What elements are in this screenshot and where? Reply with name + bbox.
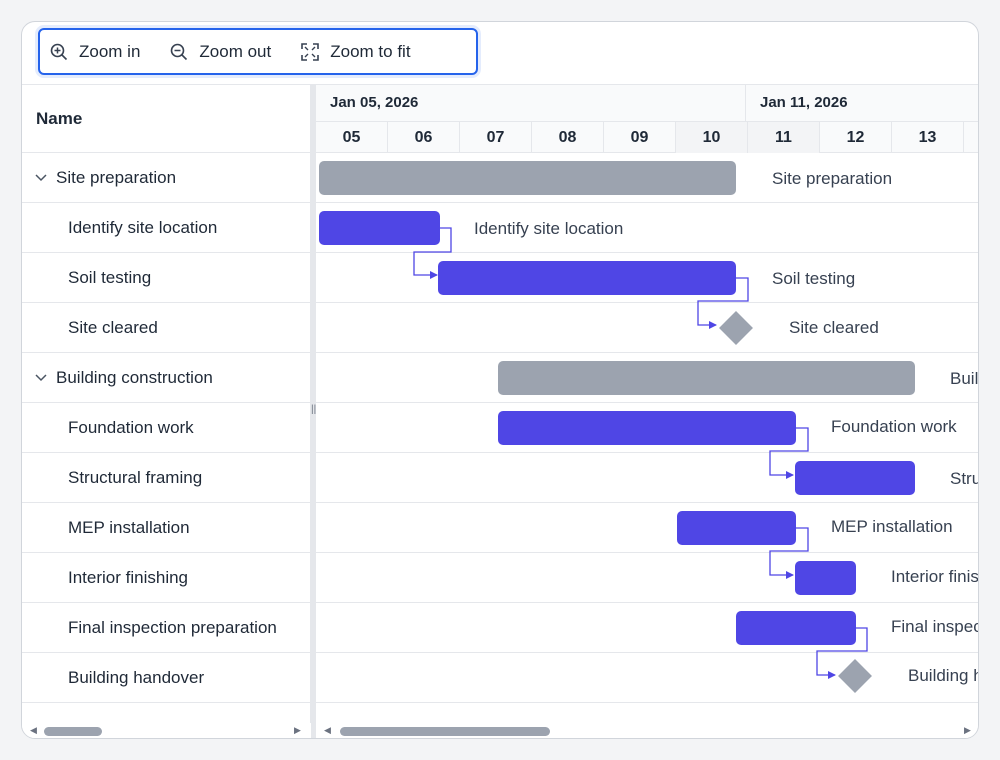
task-row-building-construction[interactable]: Building construction	[22, 353, 311, 403]
zoom-to-fit-label: Zoom to fit	[330, 41, 411, 61]
timeline-row	[316, 303, 978, 353]
zoom-out-icon	[171, 43, 188, 60]
day-label: 10	[676, 121, 748, 153]
bar-label: Building construction	[950, 369, 979, 388]
task-name: Building handover	[68, 667, 205, 687]
day-label: 07	[460, 121, 532, 153]
task-name: Site preparation	[56, 167, 177, 187]
scroll-right-arrow-icon[interactable]: ▶	[964, 725, 971, 736]
task-row-identify-site-location[interactable]: Identify site location	[22, 203, 311, 253]
summary-bar[interactable]	[498, 361, 915, 395]
collapse-chevron-icon[interactable]	[22, 173, 56, 182]
timeline-row	[316, 603, 978, 653]
task-name: Site cleared	[68, 317, 158, 337]
task-name: Foundation work	[68, 417, 194, 437]
week-label: Jan 11, 2026	[746, 85, 978, 121]
task-bar[interactable]	[498, 411, 796, 445]
task-row-foundation-work[interactable]: Foundation work	[22, 403, 311, 453]
scroll-left-arrow-icon[interactable]: ◀	[324, 725, 331, 736]
bar-label: Identify site location	[474, 219, 624, 238]
day-label: 09	[604, 121, 676, 153]
task-row-soil-testing[interactable]: Soil testing	[22, 253, 311, 303]
zoom-in-icon	[50, 43, 68, 60]
scrollbar-thumb[interactable]	[340, 727, 550, 736]
task-bar[interactable]	[795, 461, 915, 495]
day-label: 05	[316, 121, 388, 153]
timeline-horizontal-scrollbar[interactable]: ◀ ▶	[316, 723, 978, 738]
week-label: Jan 05, 2026	[316, 85, 746, 121]
summary-bar[interactable]	[319, 161, 736, 195]
task-bar[interactable]	[736, 611, 856, 645]
task-bar[interactable]	[438, 261, 736, 295]
timeline-header: Jan 05, 2026 Jan 11, 2026 05 06 07 08 09…	[316, 85, 978, 153]
task-row-site-cleared[interactable]: Site cleared	[22, 303, 311, 353]
scroll-left-arrow-icon[interactable]: ◀	[30, 725, 37, 736]
zoom-out-button[interactable]: Zoom out	[170, 42, 271, 62]
task-row-site-preparation[interactable]: Site preparation	[22, 153, 311, 203]
grid-horizontal-scrollbar[interactable]: ◀ ▶	[22, 723, 311, 738]
task-row-mep-installation[interactable]: MEP installation	[22, 503, 311, 553]
zoom-in-label: Zoom in	[79, 41, 141, 61]
bar-label: Soil testing	[772, 269, 856, 288]
task-name: Final inspection preparation	[68, 617, 277, 637]
task-row-building-handover[interactable]: Building handover	[22, 653, 311, 703]
bar-label: Foundation work	[831, 417, 957, 436]
task-name: Interior finishing	[68, 567, 189, 587]
day-label	[964, 121, 978, 153]
gantt-body: Name Site preparation Identify site loca…	[22, 84, 979, 738]
timeline-row	[316, 553, 978, 603]
task-name: MEP installation	[68, 517, 190, 537]
day-label: 06	[388, 121, 460, 153]
task-bar[interactable]	[319, 211, 440, 245]
day-label: 11	[748, 121, 820, 153]
zoom-out-label: Zoom out	[199, 41, 272, 61]
task-name: Soil testing	[68, 267, 152, 287]
scrollbar-thumb[interactable]	[44, 727, 102, 736]
zoom-to-fit-button[interactable]: Zoom to fit	[301, 41, 411, 62]
task-bar[interactable]	[677, 511, 796, 545]
day-label: 08	[532, 121, 604, 153]
zoom-in-button[interactable]: Zoom in	[50, 42, 140, 62]
gantt-chart: Zoom in Zoom out Zoom to fit Name Site p…	[21, 21, 979, 739]
task-name: Building construction	[56, 367, 213, 387]
task-grid: Name Site preparation Identify site loca…	[22, 85, 311, 738]
timeline-pane: Jan 05, 2026 Jan 11, 2026 05 06 07 08 09…	[316, 85, 979, 738]
day-label: 12	[820, 121, 892, 153]
bar-label: Interior finishing	[891, 567, 979, 586]
task-name: Identify site location	[68, 217, 218, 237]
bar-label: Final inspection preparation	[891, 617, 978, 636]
zoom-to-fit-icon	[301, 42, 320, 61]
task-name: Structural framing	[68, 467, 203, 487]
zoom-toolbar: Zoom in Zoom out Zoom to fit	[38, 28, 478, 75]
task-row-structural-framing[interactable]: Structural framing	[22, 453, 311, 503]
timeline-row	[316, 653, 978, 703]
bar-label: MEP installation	[831, 517, 953, 536]
bar-label: Building handover	[908, 666, 978, 685]
collapse-chevron-icon[interactable]	[22, 373, 56, 382]
bar-label: Site cleared	[789, 318, 879, 337]
bar-label: Site preparation	[772, 169, 893, 188]
task-row-interior-finishing[interactable]: Interior finishing	[22, 553, 311, 603]
name-column-header[interactable]: Name	[22, 85, 311, 153]
day-label: 13	[892, 121, 964, 153]
scroll-right-arrow-icon[interactable]: ▶	[294, 725, 301, 736]
task-bar[interactable]	[795, 561, 856, 595]
bar-label: Structural framing	[950, 469, 978, 488]
task-row-final-inspection-preparation[interactable]: Final inspection preparation	[22, 603, 311, 653]
